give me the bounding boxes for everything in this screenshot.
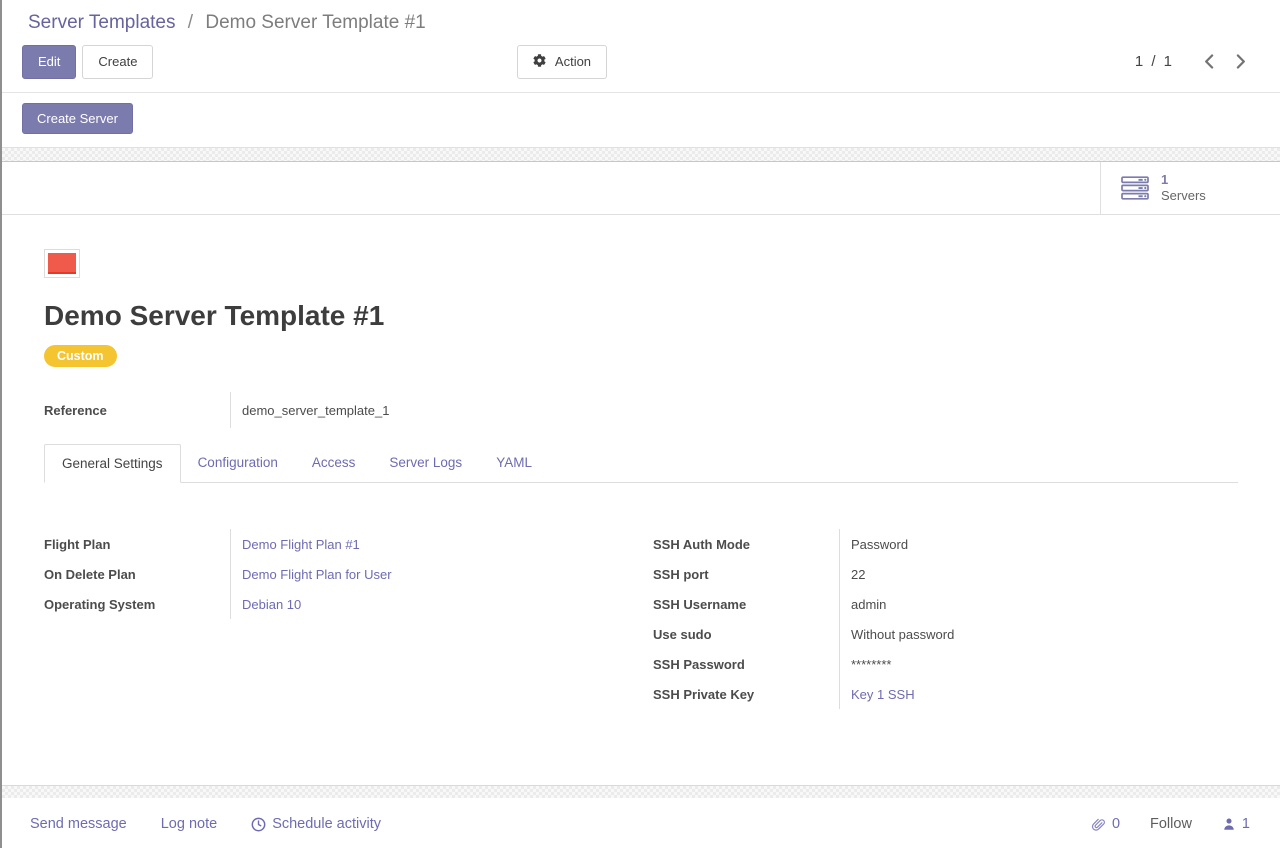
custom-badge: Custom [44, 345, 117, 367]
control-panel: Server Templates / Demo Server Template … [2, 0, 1280, 147]
field-group-left: Flight Plan Demo Flight Plan #1 On Delet… [44, 529, 629, 619]
field-ssh-username: SSH Username admin [653, 589, 1238, 619]
pager-next-button[interactable] [1228, 50, 1254, 73]
reference-field: Reference demo_server_template_1 [44, 392, 1238, 428]
servers-label: Servers [1161, 188, 1206, 204]
notebook-tabs: General Settings Configuration Access Se… [44, 444, 1238, 483]
field-ssh-private-key: SSH Private Key Key 1 SSH [653, 679, 1238, 709]
follow-button[interactable]: Follow [1150, 816, 1192, 832]
field-on-delete-plan: On Delete Plan Demo Flight Plan for User [44, 559, 629, 589]
field-groups: Flight Plan Demo Flight Plan #1 On Delet… [44, 529, 1238, 709]
server-stack-icon [1121, 176, 1149, 200]
schedule-activity-link[interactable]: Schedule activity [251, 816, 381, 832]
tab-general-settings[interactable]: General Settings [44, 444, 181, 483]
tab-access[interactable]: Access [295, 444, 373, 482]
reference-value: demo_server_template_1 [230, 392, 1238, 428]
flight-plan-link[interactable]: Demo Flight Plan #1 [242, 537, 360, 552]
servers-stat-button[interactable]: 1 Servers [1100, 162, 1280, 214]
breadcrumb: Server Templates / Demo Server Template … [2, 0, 1280, 38]
tab-configuration[interactable]: Configuration [181, 444, 295, 482]
sheet-body: Demo Server Template #1 Custom Reference… [2, 215, 1280, 709]
record-title: Demo Server Template #1 [44, 300, 1238, 332]
operating-system-link[interactable]: Debian 10 [242, 597, 301, 612]
field-operating-system: Operating System Debian 10 [44, 589, 629, 619]
log-note-link[interactable]: Log note [161, 816, 217, 832]
record-image-fill [48, 253, 76, 274]
field-ssh-password: SSH Password ******** [653, 649, 1238, 679]
sheet-bottom-texture [2, 785, 1280, 798]
field-ssh-auth-mode: SSH Auth Mode Password [653, 529, 1238, 559]
paperclip-icon [1091, 817, 1106, 832]
record-image[interactable] [44, 249, 80, 278]
edit-button[interactable]: Edit [22, 45, 76, 79]
followers-button[interactable]: 1 [1222, 816, 1250, 832]
tab-yaml[interactable]: YAML [479, 444, 549, 482]
chevron-left-icon [1204, 54, 1214, 69]
tab-server-logs[interactable]: Server Logs [372, 444, 479, 482]
clock-icon [251, 817, 266, 832]
breadcrumb-current: Demo Server Template #1 [205, 12, 425, 33]
on-delete-plan-link[interactable]: Demo Flight Plan for User [242, 567, 392, 582]
form-sheet: 1 Servers Demo Server Template #1 Custom… [2, 162, 1280, 785]
breadcrumb-parent-link[interactable]: Server Templates [28, 12, 176, 33]
reference-label: Reference [44, 392, 230, 428]
control-panel-buttons-row: Edit Create Action 1 / 1 [2, 38, 1280, 92]
servers-count: 1 [1161, 172, 1206, 188]
send-message-link[interactable]: Send message [30, 816, 127, 832]
ssh-private-key-link[interactable]: Key 1 SSH [851, 687, 915, 702]
breadcrumb-separator: / [188, 12, 193, 33]
gear-icon [533, 55, 546, 70]
field-use-sudo: Use sudo Without password [653, 619, 1238, 649]
statusbar: Create Server [2, 92, 1280, 148]
pager-previous-button[interactable] [1196, 50, 1222, 73]
create-server-button[interactable]: Create Server [22, 103, 133, 135]
sheet-top-texture [2, 147, 1280, 162]
pager-value: 1 / 1 [1135, 53, 1174, 70]
person-icon [1222, 817, 1236, 831]
attachments-button[interactable]: 0 [1091, 816, 1120, 832]
field-flight-plan: Flight Plan Demo Flight Plan #1 [44, 529, 629, 559]
action-button[interactable]: Action [517, 45, 607, 80]
button-box: 1 Servers [2, 162, 1280, 215]
action-button-label: Action [555, 54, 591, 69]
chevron-right-icon [1236, 54, 1246, 69]
chatter: Send message Log note Schedule activity … [2, 798, 1280, 848]
field-group-right: SSH Auth Mode Password SSH port 22 SSH U… [653, 529, 1238, 709]
create-button[interactable]: Create [82, 45, 153, 79]
page: Server Templates / Demo Server Template … [0, 0, 1280, 848]
field-ssh-port: SSH port 22 [653, 559, 1238, 589]
